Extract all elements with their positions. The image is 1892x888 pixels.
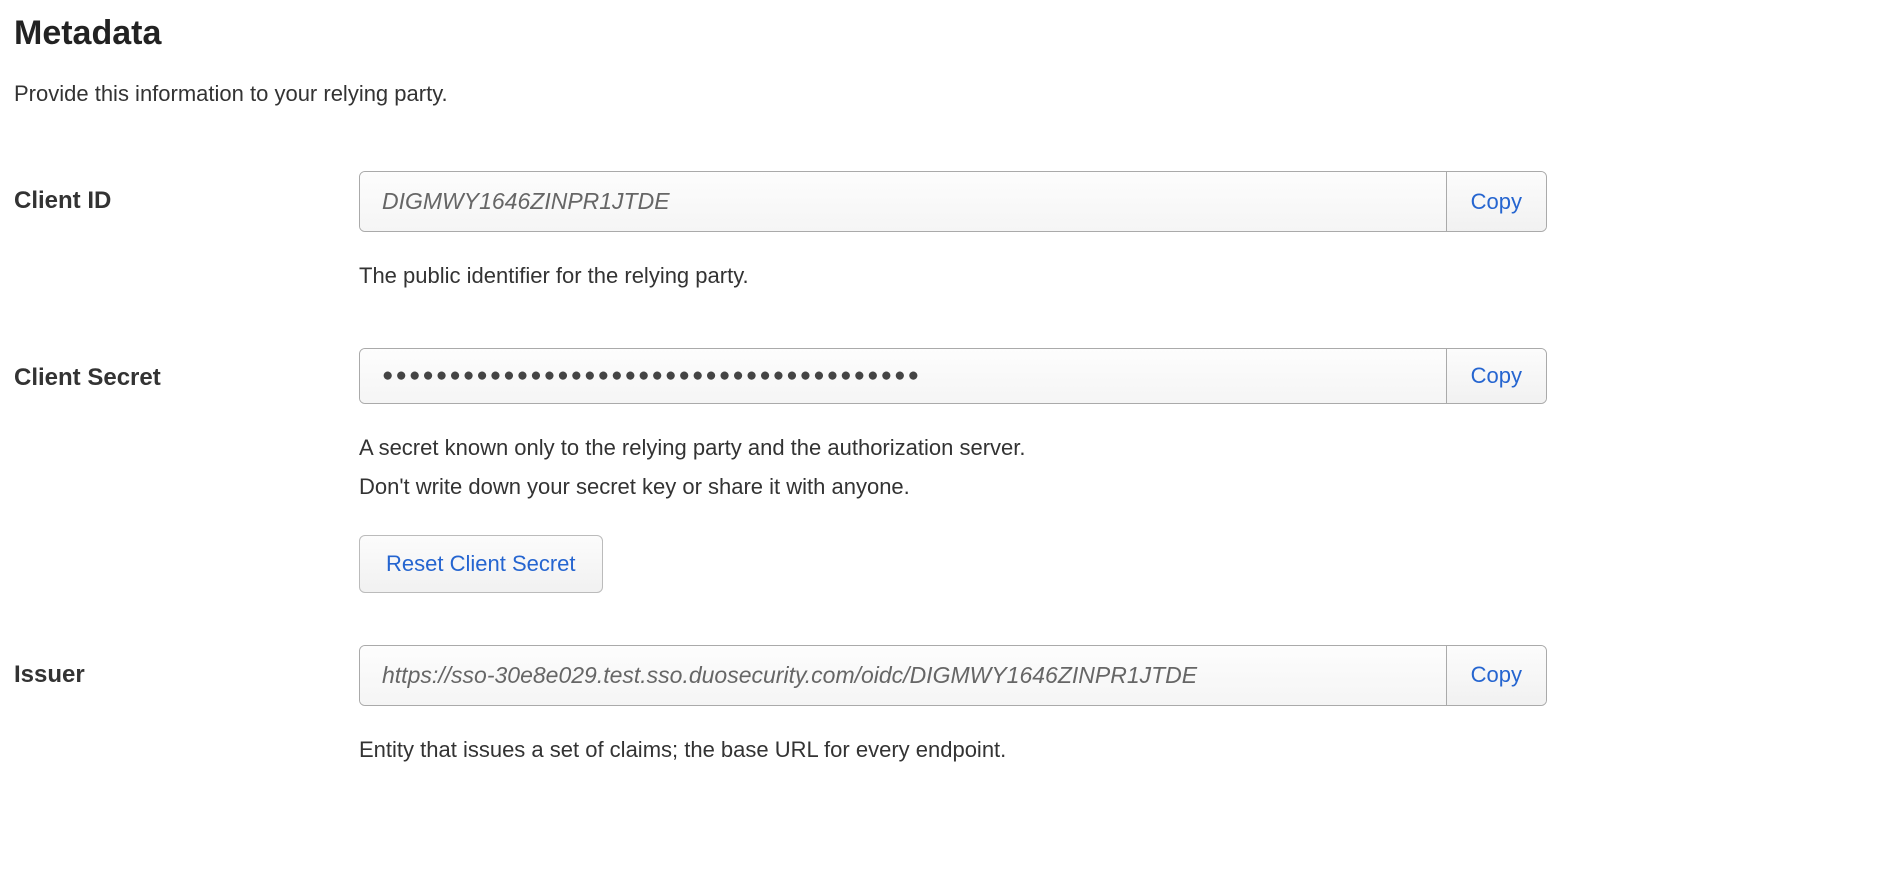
issuer-copy-button[interactable]: Copy	[1446, 646, 1546, 705]
page-heading: Metadata	[14, 14, 1878, 53]
client-secret-input[interactable]	[360, 349, 1446, 403]
client-id-input[interactable]	[360, 172, 1446, 231]
client-secret-helper-1: A secret known only to the relying party…	[359, 428, 1547, 468]
field-client-id: Client ID Copy The public identifier for…	[14, 171, 1878, 296]
issuer-helper: Entity that issues a set of claims; the …	[359, 730, 1547, 770]
client-id-input-group: Copy	[359, 171, 1547, 232]
field-client-secret: Client Secret Copy A secret known only t…	[14, 348, 1878, 593]
client-secret-label: Client Secret	[14, 348, 359, 392]
client-id-label: Client ID	[14, 171, 359, 215]
client-secret-helper-2: Don't write down your secret key or shar…	[359, 467, 1547, 507]
issuer-input-group: Copy	[359, 645, 1547, 706]
issuer-input[interactable]	[360, 646, 1446, 705]
reset-client-secret-button[interactable]: Reset Client Secret	[359, 535, 603, 593]
client-id-copy-button[interactable]: Copy	[1446, 172, 1546, 231]
field-issuer: Issuer Copy Entity that issues a set of …	[14, 645, 1878, 770]
client-secret-copy-button[interactable]: Copy	[1446, 349, 1546, 403]
client-secret-input-group: Copy	[359, 348, 1547, 404]
page-subtitle: Provide this information to your relying…	[14, 81, 1878, 107]
issuer-label: Issuer	[14, 645, 359, 689]
client-id-helper: The public identifier for the relying pa…	[359, 256, 1547, 296]
